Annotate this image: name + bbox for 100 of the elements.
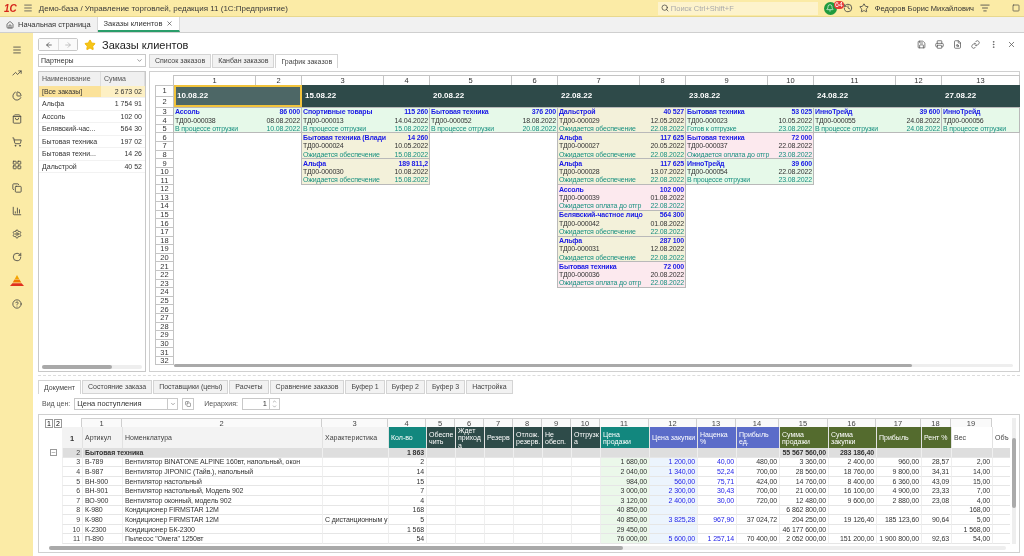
copy-icon [185, 400, 192, 407]
date-header[interactable]: 23.08.22 [686, 84, 814, 107]
menu-icon[interactable] [980, 3, 990, 13]
cart-icon[interactable] [11, 137, 22, 147]
table-cell [542, 457, 571, 468]
table-cell [542, 467, 571, 477]
save-icon[interactable] [917, 40, 926, 50]
table-cell [571, 447, 600, 458]
table-cell [426, 505, 455, 516]
close-icon[interactable] [166, 20, 174, 27]
table-cell [571, 534, 600, 544]
collapse-button[interactable] [50, 449, 57, 457]
table-cell [513, 457, 542, 468]
star-icon[interactable] [858, 3, 869, 13]
table-cell [649, 524, 697, 535]
table-cell [484, 505, 513, 516]
menu-icon[interactable] [11, 45, 22, 55]
search-icon [660, 3, 669, 12]
table-cell [992, 476, 1010, 487]
grid-icon[interactable] [11, 160, 22, 170]
more-icon[interactable] [989, 40, 998, 50]
table-cell [484, 534, 513, 544]
table-cell [455, 476, 484, 487]
table-cell [921, 447, 951, 458]
table-cell [992, 486, 1010, 497]
table-cell [649, 505, 697, 516]
chart-icon[interactable] [11, 68, 22, 78]
date-header[interactable]: 22.08.22 [558, 84, 686, 107]
table-cell [484, 486, 513, 497]
documents-icon[interactable] [11, 183, 22, 193]
pyramid-icon[interactable] [9, 275, 24, 286]
table-cell [697, 505, 736, 516]
caret-icon [136, 56, 143, 64]
table-cell [322, 534, 388, 544]
settings-icon[interactable] [11, 229, 22, 239]
table-cell [455, 486, 484, 497]
bar-chart-icon[interactable] [11, 206, 22, 216]
favorite-star-icon[interactable] [84, 38, 96, 51]
scrollbar[interactable] [42, 364, 142, 369]
table-cell [322, 496, 388, 506]
scrollbar[interactable] [1012, 417, 1016, 544]
table-cell [649, 447, 697, 458]
table-cell [571, 486, 600, 497]
caret-up-icon [271, 398, 277, 404]
bag-icon[interactable] [11, 114, 22, 124]
table-cell [322, 505, 388, 516]
table-cell [455, 467, 484, 477]
arrow-left-icon [44, 40, 53, 49]
table-cell [455, 534, 484, 544]
table-cell [484, 524, 513, 535]
scrollbar[interactable] [174, 364, 1013, 367]
table-cell [426, 447, 455, 458]
table-cell [697, 447, 736, 458]
table-cell [513, 447, 542, 458]
date-header[interactable]: 27.08.22 [942, 84, 1020, 107]
pie-chart-icon[interactable] [11, 91, 22, 101]
menu-icon[interactable] [22, 3, 33, 13]
table-cell [426, 476, 455, 487]
date-header[interactable]: 10.08.22 [174, 84, 302, 107]
date-header[interactable]: 24.08.22 [814, 84, 942, 107]
table-cell [992, 515, 1010, 525]
history-icon[interactable] [842, 3, 853, 13]
link-icon[interactable] [971, 40, 980, 50]
close-icon[interactable] [1007, 40, 1016, 50]
table-cell [542, 447, 571, 458]
table-cell [876, 505, 921, 516]
caret-icon [169, 400, 176, 407]
maximize-icon[interactable] [1012, 4, 1020, 12]
bell-icon[interactable] [823, 1, 837, 15]
table-cell [455, 524, 484, 535]
table-cell [426, 457, 455, 468]
table-cell [992, 467, 1010, 477]
table-cell [921, 505, 951, 516]
table-cell [600, 447, 649, 458]
preview-icon[interactable] [953, 40, 962, 50]
table-cell [484, 476, 513, 487]
arrow-right-icon [64, 40, 72, 49]
table-cell [484, 467, 513, 477]
back-button[interactable] [39, 39, 58, 51]
open-button[interactable] [182, 397, 195, 410]
table-cell [828, 524, 876, 535]
table-cell [455, 447, 484, 458]
date-header[interactable]: 15.08.22 [302, 84, 430, 107]
help-icon[interactable] [11, 299, 22, 309]
refresh-icon[interactable] [11, 252, 22, 262]
table-cell [542, 486, 571, 497]
table-cell [992, 457, 1010, 468]
scrollbar[interactable] [49, 546, 1006, 550]
table-cell [455, 496, 484, 506]
table-cell [542, 505, 571, 516]
table-cell [828, 505, 876, 516]
table-cell [513, 486, 542, 497]
print-icon[interactable] [935, 40, 944, 50]
date-header[interactable]: 20.08.22 [430, 84, 558, 107]
table-cell [426, 515, 455, 525]
table-cell [571, 457, 600, 468]
table-cell [992, 534, 1010, 544]
table-cell [484, 457, 513, 468]
table-cell [484, 447, 513, 458]
table-cell [322, 457, 388, 468]
